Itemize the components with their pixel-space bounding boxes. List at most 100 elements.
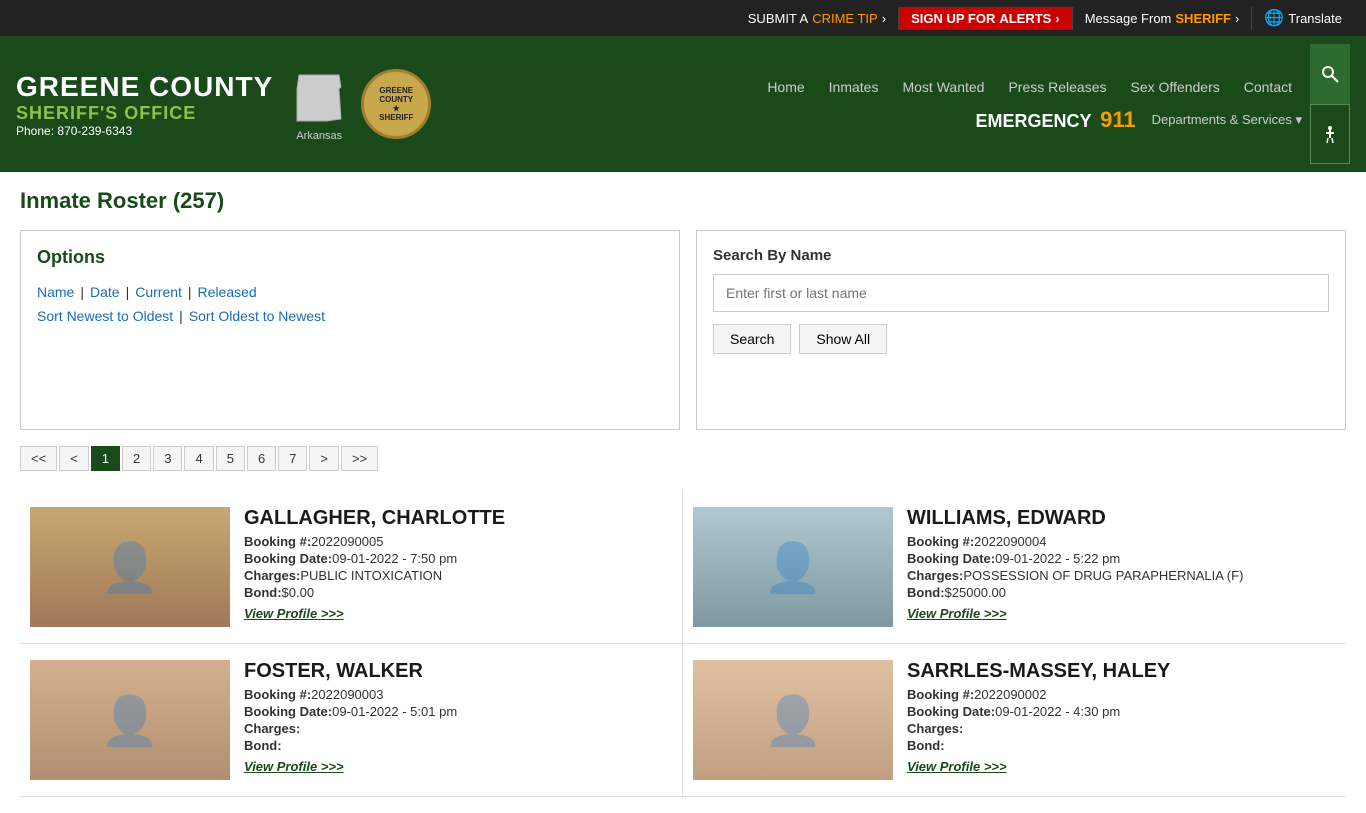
search-button[interactable]: Search (713, 324, 791, 354)
bond: Bond:$0.00 (244, 585, 672, 600)
nav-inmates[interactable]: Inmates (819, 75, 889, 99)
crime-tip-text1: SUBMIT A (748, 11, 808, 26)
pagination-page-7[interactable]: 7 (278, 446, 307, 471)
view-profile-link[interactable]: View Profile >>> (907, 606, 1007, 621)
header-action-icons (1310, 44, 1350, 164)
crime-tip-link[interactable]: SUBMIT A CRIME TIP › (736, 7, 899, 30)
booking-date: Booking Date:09-01-2022 - 5:01 pm (244, 704, 672, 719)
photo-placeholder: 👤 (100, 692, 160, 749)
pagination-page-1[interactable]: 1 (91, 446, 120, 471)
pagination-page-3[interactable]: 3 (153, 446, 182, 471)
nav-sex-offenders[interactable]: Sex Offenders (1121, 75, 1230, 99)
filter-name[interactable]: Name (37, 284, 74, 300)
translate-label: Translate (1288, 11, 1342, 26)
header-search-button[interactable] (1310, 44, 1350, 104)
state-label: Arkansas (289, 130, 349, 142)
nav-press-releases[interactable]: Press Releases (998, 75, 1116, 99)
inmate-card: 👤 WILLIAMS, EDWARD Booking #:2022090004 … (683, 491, 1346, 644)
inmate-name: GALLAGHER, CHARLOTTE (244, 507, 672, 530)
charges: Charges:PUBLIC INTOXICATION (244, 568, 672, 583)
state-shape: Arkansas (289, 67, 349, 142)
filter-date[interactable]: Date (90, 284, 120, 300)
booking-date: Booking Date:09-01-2022 - 7:50 pm (244, 551, 672, 566)
emergency-num: 911 (1100, 107, 1136, 132)
filter-released[interactable]: Released (198, 284, 257, 300)
photo-placeholder: 👤 (100, 539, 160, 596)
inmate-photo: 👤 (30, 507, 230, 627)
bond: Bond: (907, 738, 1336, 753)
inmate-card: 👤 SARRLES-MASSEY, HALEY Booking #:202209… (683, 644, 1346, 797)
brand: GREENE COUNTY SHERIFF'S OFFICE Phone: 87… (16, 71, 273, 138)
sort-oldest[interactable]: Sort Oldest to Newest (189, 308, 325, 324)
emergency-label: EMERGENCY (975, 111, 1091, 131)
sheriff-msg-label1: Message From (1085, 11, 1172, 26)
bond: Bond: (244, 738, 672, 753)
nav-home[interactable]: Home (757, 75, 814, 99)
search-input[interactable] (713, 274, 1329, 312)
view-profile-link[interactable]: View Profile >>> (244, 606, 344, 621)
nav-section: Home Inmates Most Wanted Press Releases … (757, 75, 1302, 133)
pagination-page-5[interactable]: 5 (216, 446, 245, 471)
pagination-page-6[interactable]: 6 (247, 446, 276, 471)
nav-most-wanted[interactable]: Most Wanted (892, 75, 994, 99)
pagination-next[interactable]: > (309, 446, 339, 471)
translate-link[interactable]: 🌐 Translate (1252, 4, 1354, 32)
page-title: Inmate Roster (257) (20, 188, 1346, 214)
logo-area: Arkansas GREENE COUNTY ★ SHERIFF (289, 67, 431, 142)
filter-links: Name | Date | Current | Released (37, 284, 663, 300)
booking-num: Booking #:2022090003 (244, 687, 672, 702)
county-name: GREENE COUNTY (16, 71, 273, 103)
search-title: Search By Name (713, 247, 1329, 264)
nav-links: Home Inmates Most Wanted Press Releases … (757, 75, 1302, 99)
sort-newest[interactable]: Sort Newest to Oldest (37, 308, 173, 324)
page-content: Inmate Roster (257) Options Name | Date … (0, 172, 1366, 813)
inmate-grid: 👤 GALLAGHER, CHARLOTTE Booking #:2022090… (20, 491, 1346, 797)
booking-num: Booking #:2022090002 (907, 687, 1336, 702)
options-box: Options Name | Date | Current | Released… (20, 230, 680, 430)
pagination-last[interactable]: >> (341, 446, 378, 471)
inmate-info: FOSTER, WALKER Booking #:2022090003 Book… (244, 660, 672, 774)
pagination: << < 1 2 3 4 5 6 7 > >> (20, 446, 1346, 471)
inmate-info: WILLIAMS, EDWARD Booking #:2022090004 Bo… (907, 507, 1336, 621)
inmate-info: SARRLES-MASSEY, HALEY Booking #:20220900… (907, 660, 1336, 774)
inmate-card: 👤 GALLAGHER, CHARLOTTE Booking #:2022090… (20, 491, 683, 644)
pagination-first[interactable]: << (20, 446, 57, 471)
emergency-info: EMERGENCY 911 (975, 107, 1135, 133)
office-name: SHERIFF'S OFFICE (16, 103, 273, 124)
pagination-page-4[interactable]: 4 (184, 446, 213, 471)
phone-number: 870-239-6343 (57, 124, 132, 138)
alerts-text1: SIGN UP FOR (911, 11, 995, 26)
view-profile-link[interactable]: View Profile >>> (907, 759, 1007, 774)
nav-contact[interactable]: Contact (1234, 75, 1302, 99)
booking-num: Booking #:2022090005 (244, 534, 672, 549)
chevron-down-icon: ▾ (1295, 112, 1302, 127)
photo-placeholder: 👤 (763, 692, 823, 749)
sheriff-message-link[interactable]: Message From SHERIFF › (1073, 7, 1253, 30)
filter-current[interactable]: Current (135, 284, 182, 300)
inmate-name: FOSTER, WALKER (244, 660, 672, 683)
sheriff-msg-arrow: › (1235, 11, 1239, 26)
inmate-photo: 👤 (30, 660, 230, 780)
search-buttons: Search Show All (713, 324, 1329, 354)
phone-info: Phone: 870-239-6343 (16, 124, 273, 138)
charges: Charges:POSSESSION OF DRUG PARAPHERNALIA… (907, 568, 1336, 583)
dept-services-label: Departments & Services (1152, 112, 1292, 127)
view-profile-link[interactable]: View Profile >>> (244, 759, 344, 774)
inmate-info: GALLAGHER, CHARLOTTE Booking #:202209000… (244, 507, 672, 621)
top-bar: SUBMIT A CRIME TIP › SIGN UP FOR ALERTS … (0, 0, 1366, 36)
booking-date: Booking Date:09-01-2022 - 4:30 pm (907, 704, 1336, 719)
alerts-arrow: › (1055, 11, 1059, 26)
sort-links: Sort Newest to Oldest | Sort Oldest to N… (37, 308, 663, 324)
options-title: Options (37, 247, 663, 268)
accessibility-button[interactable] (1310, 104, 1350, 164)
dept-services-dropdown[interactable]: Departments & Services ▾ (1152, 112, 1302, 128)
pagination-prev[interactable]: < (59, 446, 89, 471)
crime-tip-highlight: CRIME TIP (812, 11, 878, 26)
charges: Charges: (907, 721, 1336, 736)
show-all-button[interactable]: Show All (799, 324, 887, 354)
sheriff-badge: GREENE COUNTY ★ SHERIFF (361, 69, 431, 139)
pagination-page-2[interactable]: 2 (122, 446, 151, 471)
alerts-link[interactable]: SIGN UP FOR ALERTS › (899, 7, 1073, 30)
inmate-card: 👤 FOSTER, WALKER Booking #:2022090003 Bo… (20, 644, 683, 797)
inmate-photo: 👤 (693, 660, 893, 780)
